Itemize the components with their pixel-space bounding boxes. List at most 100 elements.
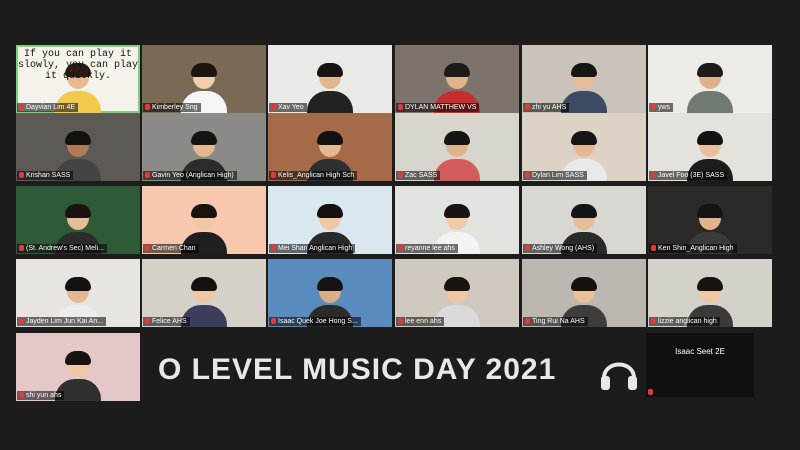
participant-tile[interactable]: Krishan SASS (16, 113, 140, 181)
muted-mic-icon (651, 245, 656, 251)
event-banner-title: O LEVEL MUSIC DAY 2021 (158, 353, 557, 386)
muted-mic-icon (651, 104, 656, 110)
participant-tile[interactable]: Mei Shan Anglican High (268, 186, 392, 254)
participant-name-label: Mei Shan Anglican High (269, 244, 356, 253)
participant-name: Isaac Seet 2E (675, 347, 725, 356)
participant-tile[interactable]: Zac SASS (395, 113, 519, 181)
participant-name: yws (658, 104, 671, 111)
participant-name-label: Ken Shin_Anglican High (649, 244, 737, 253)
participant-name-label: (St. Andrew's Sec) Meli... (17, 244, 107, 253)
participant-tile[interactable]: Ken Shin_Anglican High (648, 186, 772, 254)
participant-tile[interactable]: reyanne lee ahs (395, 186, 519, 254)
participant-name: Kimberley Sng (152, 104, 198, 111)
participant-name-label: Jayden Lim Jun Kai An... (17, 317, 107, 326)
participant-name-label: Zac SASS (396, 171, 441, 180)
participant-name-label: DYLAN MATTHEW VS (396, 103, 480, 112)
participant-tile[interactable]: Kelis_Anglican High Sch (268, 113, 392, 181)
muted-mic-icon (525, 104, 530, 110)
participant-name: Felice AHS (152, 318, 187, 325)
participant-name: lee enn ahs (405, 318, 442, 325)
participant-tile[interactable]: shi yun ahs (16, 333, 140, 401)
muted-mic-icon (525, 172, 530, 178)
participant-tile[interactable]: Carmen Chan (142, 186, 266, 254)
participant-video (307, 63, 353, 113)
participant-name: (St. Andrew's Sec) Meli... (26, 245, 104, 252)
participant-tile[interactable]: Felice AHS (142, 259, 266, 327)
participant-name: Ken Shin_Anglican High (658, 245, 734, 252)
participant-name-label: lee enn ahs (396, 317, 445, 326)
participant-name-label: Krishan SASS (17, 171, 74, 180)
headphones-icon (601, 362, 637, 390)
muted-mic-icon (271, 318, 276, 324)
muted-mic-icon (398, 104, 403, 110)
muted-mic-icon (19, 104, 24, 110)
participant-tile[interactable]: (St. Andrew's Sec) Meli... (16, 186, 140, 254)
participant-tile[interactable]: If you can play it slowly, you can play … (16, 45, 140, 113)
participant-name: Xav Yeo (278, 104, 304, 111)
participant-name: Kelis_Anglican High Sch (278, 172, 355, 179)
muted-mic-icon (145, 245, 150, 251)
participant-video (687, 63, 733, 113)
participant-name-label: Dayvian Lim 4E (17, 103, 79, 112)
participant-name: Ting Rui Na AHS (532, 318, 585, 325)
muted-mic-icon (271, 172, 276, 178)
participant-tile[interactable]: DYLAN MATTHEW VS (395, 45, 519, 113)
participant-name-label: shi yun ahs (17, 391, 65, 400)
participant-name: DYLAN MATTHEW VS (405, 104, 477, 111)
participant-name: Carmen Chan (152, 245, 196, 252)
participant-tile[interactable]: Javel Foo (3E) SASS (648, 113, 772, 181)
participant-name-label: Gavin Yeo (Anglican High) (143, 171, 237, 180)
muted-mic-icon (19, 245, 24, 251)
muted-mic-icon (19, 392, 24, 398)
participant-tile[interactable]: Isaac Quek Joe Hong S... (268, 259, 392, 327)
muted-mic-icon (145, 318, 150, 324)
participant-video (434, 131, 480, 181)
participant-name: Krishan SASS (26, 172, 71, 179)
virtual-background-quote: If you can play it slowly, you can play … (17, 49, 139, 82)
participant-name-label: Carmen Chan (143, 244, 199, 253)
muted-mic-icon (19, 172, 24, 178)
muted-mic-icon (525, 245, 530, 251)
muted-mic-icon (398, 318, 403, 324)
muted-mic-icon (145, 104, 150, 110)
participant-name-label: Ashley Wong (AHS) (523, 244, 598, 253)
participant-name-label: yws (649, 103, 674, 112)
participant-tile[interactable]: zhi yu AHS (522, 45, 646, 113)
muted-mic-icon (398, 245, 403, 251)
participant-name: Ashley Wong (AHS) (532, 245, 595, 252)
participant-name: lizzie anglican high (658, 318, 717, 325)
participant-name-label: reyanne lee ahs (396, 244, 458, 253)
participant-name: shi yun ahs (26, 392, 62, 399)
participant-name-label: Dylan Lim SASS (523, 171, 587, 180)
participant-name: Dylan Lim SASS (532, 172, 584, 179)
participant-name-label: Kelis_Anglican High Sch (269, 171, 358, 180)
participant-name: reyanne lee ahs (405, 245, 455, 252)
muted-mic-icon (271, 245, 276, 251)
muted-mic-icon (648, 389, 653, 395)
participant-tile[interactable]: Ting Rui Na AHS (522, 259, 646, 327)
participant-name-label: Kimberley Sng (143, 103, 201, 112)
participant-name-label: Felice AHS (143, 317, 190, 326)
participant-name: Javel Foo (3E) SASS (658, 172, 725, 179)
participant-name: Dayvian Lim 4E (26, 104, 76, 111)
participant-tile[interactable]: Gavin Yeo (Anglican High) (142, 113, 266, 181)
muted-mic-icon (19, 318, 24, 324)
participant-name: zhi yu AHS (532, 104, 567, 111)
participant-tile[interactable]: yws (648, 45, 772, 113)
participant-tile[interactable]: Kimberley Sng (142, 45, 266, 113)
participant-tile[interactable]: lee enn ahs (395, 259, 519, 327)
participant-tile[interactable]: Jayden Lim Jun Kai An... (16, 259, 140, 327)
participant-name: Zac SASS (405, 172, 438, 179)
muted-mic-icon (145, 172, 150, 178)
participant-name-label: Xav Yeo (269, 103, 307, 112)
participant-tile-no-video[interactable]: Isaac Seet 2E (646, 333, 754, 397)
participant-name: Isaac Quek Joe Hong S... (278, 318, 358, 325)
participant-name-label: Ting Rui Na AHS (523, 317, 588, 326)
participant-name: Gavin Yeo (Anglican High) (152, 172, 234, 179)
participant-tile[interactable]: Ashley Wong (AHS) (522, 186, 646, 254)
muted-mic-icon (398, 172, 403, 178)
participant-tile[interactable]: lizzie anglican high (648, 259, 772, 327)
muted-mic-icon (271, 104, 276, 110)
participant-tile[interactable]: Xav Yeo (268, 45, 392, 113)
participant-tile[interactable]: Dylan Lim SASS (522, 113, 646, 181)
